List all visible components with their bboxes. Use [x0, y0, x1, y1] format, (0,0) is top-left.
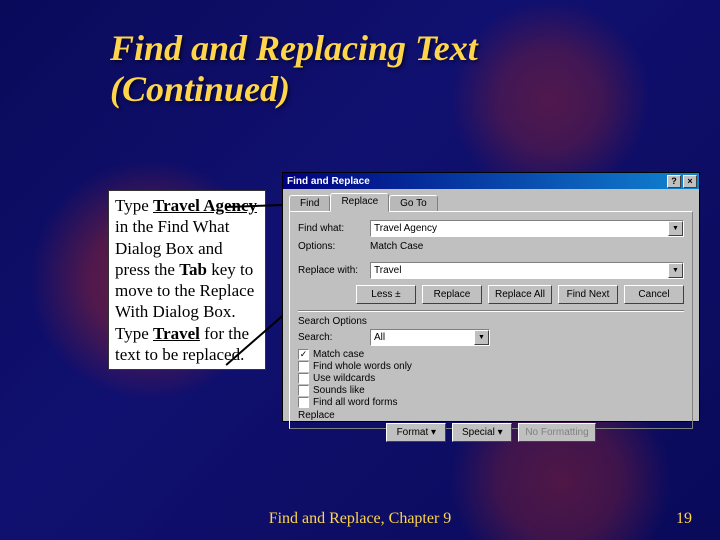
search-dropdown-icon[interactable]: ▼ [474, 330, 489, 345]
replace-with-value: Travel [374, 265, 401, 276]
tab-goto[interactable]: Go To [389, 195, 438, 211]
tab-strip: Find Replace Go To [283, 189, 699, 211]
replace-button[interactable]: Replace [422, 285, 482, 304]
instr-bold3: Travel [153, 324, 200, 343]
slide-footer: Find and Replace, Chapter 9 19 [0, 510, 720, 528]
help-button[interactable]: ? [667, 175, 681, 188]
slide-title: Find and Replacing Text (Continued) [110, 28, 478, 111]
main-button-row: Less ± Replace Replace All Find Next Can… [298, 285, 684, 304]
tab-content: Find what: Travel Agency ▼ Options: Matc… [289, 211, 693, 429]
find-next-button[interactable]: Find Next [558, 285, 618, 304]
checkbox-icon [298, 373, 309, 384]
find-replace-dialog: Find and Replace ? × Find Replace Go To … [282, 172, 700, 422]
less-button[interactable]: Less ± [356, 285, 416, 304]
replace-with-dropdown-icon[interactable]: ▼ [668, 263, 683, 278]
checkbox-icon [298, 385, 309, 396]
find-what-input[interactable]: Travel Agency ▼ [370, 220, 684, 237]
sounds-like-checkbox[interactable]: Sounds like [298, 385, 684, 396]
find-what-row: Find what: Travel Agency ▼ [298, 220, 684, 237]
replace-all-button[interactable]: Replace All [488, 285, 552, 304]
search-label: Search: [298, 332, 370, 343]
footer-page-number: 19 [676, 510, 692, 528]
find-what-dropdown-icon[interactable]: ▼ [668, 221, 683, 236]
sounds-like-label: Sounds like [313, 385, 365, 396]
replace-with-row: Replace with: Travel ▼ [298, 262, 684, 279]
replace-with-input[interactable]: Travel ▼ [370, 262, 684, 279]
all-forms-checkbox[interactable]: Find all word forms [298, 397, 684, 408]
options-row: Options: Match Case [298, 241, 684, 252]
cancel-button[interactable]: Cancel [624, 285, 684, 304]
tab-find-label: Find [300, 198, 319, 209]
title-line-2: (Continued) [110, 69, 290, 109]
search-direction-row: Search: All ▼ [298, 329, 684, 346]
search-direction-combo[interactable]: All ▼ [370, 329, 490, 346]
close-button[interactable]: × [683, 175, 697, 188]
tab-replace[interactable]: Replace [330, 193, 389, 212]
match-case-checkbox[interactable]: ✓ Match case [298, 349, 684, 360]
footer-chapter: Find and Replace, Chapter 9 [269, 510, 452, 528]
instr-pre1: Type [115, 196, 153, 215]
checkbox-icon [298, 397, 309, 408]
whole-words-checkbox[interactable]: Find whole words only [298, 361, 684, 372]
search-direction-value: All [374, 332, 385, 343]
search-options-label: Search Options [298, 316, 684, 327]
tab-replace-label: Replace [341, 196, 378, 207]
tab-find[interactable]: Find [289, 195, 330, 211]
checkbox-icon [298, 361, 309, 372]
wildcards-label: Use wildcards [313, 373, 375, 384]
match-case-label: Match case [313, 349, 364, 360]
tab-goto-label: Go To [400, 198, 427, 209]
format-button-row: Format ▾ Special ▾ No Formatting [298, 423, 684, 442]
instr-bold2: Tab [179, 260, 207, 279]
find-what-value: Travel Agency [374, 223, 437, 234]
replace-with-label: Replace with: [298, 265, 370, 276]
options-value: Match Case [370, 241, 423, 252]
format-button[interactable]: Format ▾ [386, 423, 446, 442]
replace-section-label: Replace [298, 410, 684, 421]
checkbox-icon: ✓ [298, 349, 309, 360]
options-label: Options: [298, 241, 370, 252]
divider [298, 310, 684, 312]
special-button[interactable]: Special ▾ [452, 423, 512, 442]
dialog-titlebar[interactable]: Find and Replace ? × [283, 173, 699, 189]
dialog-title: Find and Replace [287, 176, 370, 187]
all-forms-label: Find all word forms [313, 397, 397, 408]
find-what-label: Find what: [298, 223, 370, 234]
no-formatting-button[interactable]: No Formatting [518, 423, 595, 442]
title-line-1: Find and Replacing Text [110, 28, 478, 68]
wildcards-checkbox[interactable]: Use wildcards [298, 373, 684, 384]
whole-words-label: Find whole words only [313, 361, 412, 372]
instruction-text: Type Travel Agency in the Find What Dial… [108, 190, 266, 370]
